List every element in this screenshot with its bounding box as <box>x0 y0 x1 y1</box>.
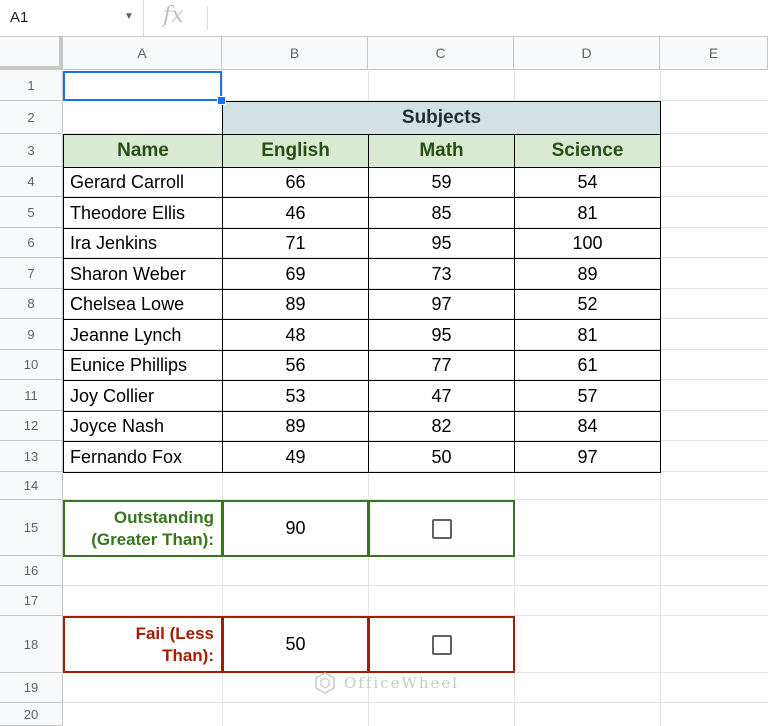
student-name-cell[interactable]: Gerard Carroll <box>63 167 223 198</box>
row-header-15[interactable]: 15 <box>0 500 63 556</box>
science-score-cell[interactable]: 57 <box>514 380 661 412</box>
student-name-cell[interactable]: Jeanne Lynch <box>63 319 223 351</box>
science-score-cell[interactable]: 81 <box>514 197 661 229</box>
officewheel-logo-icon <box>315 672 335 694</box>
student-name-cell[interactable]: Sharon Weber <box>63 258 223 290</box>
science-score-cell[interactable]: 100 <box>514 228 661 259</box>
student-name-cell[interactable]: Chelsea Lowe <box>63 289 223 320</box>
math-score-cell[interactable]: 59 <box>368 167 515 198</box>
english-score-cell[interactable]: 89 <box>222 411 369 442</box>
math-score-cell[interactable]: 85 <box>368 197 515 229</box>
student-name-cell[interactable]: Eunice Phillips <box>63 350 223 381</box>
outstanding-label-line1: Outstanding <box>113 507 214 527</box>
active-cell-a1[interactable] <box>63 71 222 101</box>
column-header-d[interactable]: D <box>514 37 660 70</box>
column-header-b[interactable]: B <box>222 37 368 70</box>
gridline <box>63 585 768 586</box>
row-header-16[interactable]: 16 <box>0 556 63 586</box>
row-header-1[interactable]: 1 <box>0 71 63 101</box>
watermark-text: OfficeWheel <box>344 674 460 692</box>
english-score-cell[interactable]: 66 <box>222 167 369 198</box>
formula-bar: A1 ▼ fx <box>0 0 768 37</box>
english-score-cell[interactable]: 48 <box>222 319 369 351</box>
math-score-cell[interactable]: 82 <box>368 411 515 442</box>
row-header-8[interactable]: 8 <box>0 289 63 319</box>
header-english[interactable]: English <box>222 134 369 168</box>
row-header-10[interactable]: 10 <box>0 350 63 380</box>
student-name-cell[interactable]: Joyce Nash <box>63 411 223 442</box>
fail-checkbox-cell[interactable] <box>368 616 515 673</box>
row-header-3[interactable]: 3 <box>0 134 63 167</box>
column-header-a[interactable]: A <box>63 37 222 70</box>
outstanding-label-cell[interactable]: Outstanding (Greater Than): <box>63 500 223 557</box>
select-all-corner[interactable] <box>0 37 63 70</box>
header-math[interactable]: Math <box>368 134 515 168</box>
row-header-12[interactable]: 12 <box>0 411 63 441</box>
header-science[interactable]: Science <box>514 134 661 168</box>
math-score-cell[interactable]: 73 <box>368 258 515 290</box>
student-name-cell[interactable]: Fernando Fox <box>63 441 223 473</box>
row-header-20[interactable]: 20 <box>0 703 63 726</box>
english-score-cell[interactable]: 69 <box>222 258 369 290</box>
row-header-4[interactable]: 4 <box>0 167 63 197</box>
formula-input[interactable] <box>214 0 764 36</box>
row-header-11[interactable]: 11 <box>0 380 63 411</box>
science-score-cell[interactable]: 81 <box>514 319 661 351</box>
fail-label-line1: Fail (Less <box>135 623 214 643</box>
english-score-cell[interactable]: 53 <box>222 380 369 412</box>
row-header-2[interactable]: 2 <box>0 101 63 134</box>
student-name-cell[interactable]: Ira Jenkins <box>63 228 223 259</box>
english-score-cell[interactable]: 89 <box>222 289 369 320</box>
header-name[interactable]: Name <box>63 134 223 168</box>
science-score-cell[interactable]: 97 <box>514 441 661 473</box>
row-header-6[interactable]: 6 <box>0 228 63 258</box>
row-header-7[interactable]: 7 <box>0 258 63 289</box>
name-box[interactable]: A1 ▼ <box>0 0 144 36</box>
science-score-cell[interactable]: 61 <box>514 350 661 381</box>
name-box-value: A1 <box>10 9 29 26</box>
math-score-cell[interactable]: 95 <box>368 319 515 351</box>
math-score-cell[interactable]: 95 <box>368 228 515 259</box>
fail-label-line2: Than): <box>162 645 214 665</box>
row-header-18[interactable]: 18 <box>0 616 63 673</box>
math-score-cell[interactable]: 47 <box>368 380 515 412</box>
science-score-cell[interactable]: 89 <box>514 258 661 290</box>
row-header-9[interactable]: 9 <box>0 319 63 350</box>
science-score-cell[interactable]: 54 <box>514 167 661 198</box>
row-header-19[interactable]: 19 <box>0 673 63 703</box>
row-header-17[interactable]: 17 <box>0 586 63 616</box>
math-score-cell[interactable]: 50 <box>368 441 515 473</box>
fill-handle[interactable] <box>217 96 226 105</box>
column-header-e[interactable]: E <box>660 37 768 70</box>
student-name-cell[interactable]: Joy Collier <box>63 380 223 412</box>
student-name-cell[interactable]: Theodore Ellis <box>63 197 223 229</box>
fail-label-cell[interactable]: Fail (Less Than): <box>63 616 223 673</box>
divider <box>207 6 208 30</box>
row-header-5[interactable]: 5 <box>0 197 63 228</box>
fail-checkbox[interactable] <box>431 634 452 655</box>
gridline <box>63 702 768 703</box>
math-score-cell[interactable]: 77 <box>368 350 515 381</box>
subjects-header[interactable]: Subjects <box>222 101 661 135</box>
english-score-cell[interactable]: 49 <box>222 441 369 473</box>
column-header-c[interactable]: C <box>368 37 514 70</box>
row-header-13[interactable]: 13 <box>0 441 63 472</box>
science-score-cell[interactable]: 52 <box>514 289 661 320</box>
english-score-cell[interactable]: 71 <box>222 228 369 259</box>
outstanding-value[interactable]: 90 <box>222 500 369 557</box>
english-score-cell[interactable]: 46 <box>222 197 369 229</box>
fx-icon: fx <box>163 3 184 28</box>
english-score-cell[interactable]: 56 <box>222 350 369 381</box>
outstanding-checkbox[interactable] <box>431 518 452 539</box>
science-score-cell[interactable]: 84 <box>514 411 661 442</box>
chevron-down-icon[interactable]: ▼ <box>124 11 134 22</box>
outstanding-checkbox-cell[interactable] <box>368 500 515 557</box>
outstanding-label-line2: (Greater Than): <box>91 529 214 549</box>
row-header-14[interactable]: 14 <box>0 472 63 500</box>
fail-value[interactable]: 50 <box>222 616 369 673</box>
math-score-cell[interactable]: 97 <box>368 289 515 320</box>
